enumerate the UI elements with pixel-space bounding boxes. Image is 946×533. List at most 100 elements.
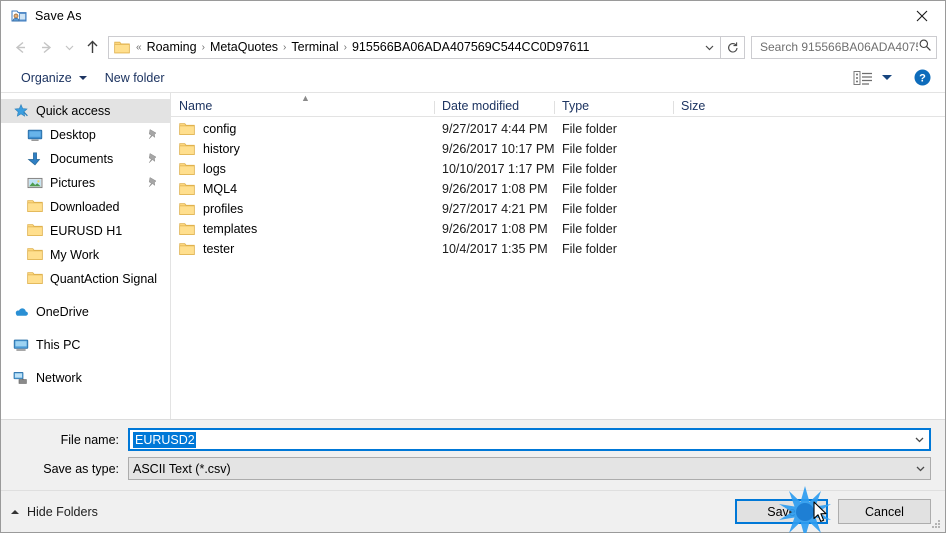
table-row[interactable]: MQL4 9/26/2017 1:08 PM File folder: [171, 179, 945, 199]
column-header-size[interactable]: Size: [673, 99, 753, 116]
file-name-label: File name:: [60, 432, 119, 447]
sidebar-item-label: Pictures: [50, 176, 96, 190]
sidebar-item-my-work[interactable]: My Work: [1, 243, 170, 267]
file-date-cell: 9/26/2017 1:08 PM: [442, 222, 548, 236]
file-name-cell: history: [171, 142, 434, 156]
file-type-cell: File folder: [562, 162, 617, 176]
cancel-button[interactable]: Cancel: [838, 499, 931, 524]
file-name-row: File name: EURUSD2: [1, 428, 945, 451]
file-type-cell: File folder: [562, 242, 617, 256]
navigation-bar: « Roaming › MetaQuotes › Terminal › 9155…: [1, 31, 945, 63]
sidebar-item-quantaction-signal[interactable]: QuantAction Signal: [1, 267, 170, 291]
table-row[interactable]: templates 9/26/2017 1:08 PM File folder: [171, 219, 945, 239]
folder-icon: [179, 242, 195, 256]
sidebar-item-quick-access[interactable]: Quick access: [1, 99, 170, 123]
chevron-down-icon[interactable]: [910, 463, 930, 474]
file-type-cell: File folder: [562, 142, 617, 156]
new-folder-button[interactable]: New folder: [99, 69, 171, 87]
table-row[interactable]: profiles 9/27/2017 4:21 PM File folder: [171, 199, 945, 219]
search-input[interactable]: Search 915566BA06ADA40756...: [751, 35, 937, 59]
sidebar-item-network[interactable]: Network: [1, 366, 170, 390]
chevron-down-icon[interactable]: [59, 34, 79, 60]
sidebar-item-pictures[interactable]: Pictures: [1, 171, 170, 195]
view-layout-icon[interactable]: [853, 70, 873, 86]
chevron-down-icon[interactable]: [909, 434, 929, 445]
breadcrumb-item[interactable]: 915566BA06ADA407569C544CC0D97611: [349, 40, 592, 54]
file-type-cell: File folder: [562, 222, 617, 236]
column-header-name[interactable]: Name: [171, 99, 434, 116]
star-pin-icon: [13, 103, 29, 119]
command-toolbar: Organize New folder ?: [1, 63, 945, 93]
sidebar-item-eurusd-h1[interactable]: EURUSD H1: [1, 219, 170, 243]
dialog-button-bar: Hide Folders Save Cancel: [1, 490, 945, 532]
folder-icon: [179, 122, 195, 136]
sidebar-item-this-pc[interactable]: This PC: [1, 333, 170, 357]
sidebar-item-onedrive[interactable]: OneDrive: [1, 300, 170, 324]
sidebar-item-label: EURUSD H1: [50, 224, 123, 238]
address-bar[interactable]: « Roaming › MetaQuotes › Terminal › 9155…: [108, 35, 745, 59]
table-row[interactable]: history 9/26/2017 10:17 PM File folder: [171, 139, 945, 159]
breadcrumb-item[interactable]: Terminal: [288, 40, 341, 54]
arrow-up-icon[interactable]: [79, 34, 105, 60]
save-as-dialog: Save As « Roaming › MetaQuotes › Termina…: [0, 0, 946, 533]
save-as-type-label: Save as type:: [43, 461, 119, 476]
table-row[interactable]: tester 10/4/2017 1:35 PM File folder: [171, 239, 945, 259]
arrow-left-icon[interactable]: [7, 34, 33, 60]
dialog-body: Quick access Desktop Documents Pictures …: [1, 93, 945, 420]
folder-icon: [27, 271, 43, 287]
refresh-icon[interactable]: [720, 35, 744, 59]
file-type-cell: File folder: [562, 202, 617, 216]
save-as-type-select[interactable]: ASCII Text (*.csv): [128, 457, 931, 480]
file-list-rows: config 9/27/2017 4:44 PM File folder his…: [171, 117, 945, 419]
view-chevron-down-icon[interactable]: [882, 75, 892, 80]
table-row[interactable]: logs 10/10/2017 1:17 PM File folder: [171, 159, 945, 179]
file-name-label: config: [203, 122, 237, 136]
file-date-cell: 9/27/2017 4:21 PM: [442, 202, 548, 216]
close-icon[interactable]: [899, 1, 945, 31]
column-header-type[interactable]: Type: [554, 99, 673, 116]
file-date-cell: 9/26/2017 1:08 PM: [442, 182, 548, 196]
file-name-cell: tester: [171, 242, 434, 256]
file-name-input[interactable]: EURUSD2: [128, 428, 931, 451]
file-list-pane: ▲ Name Date modified Type Size config 9/…: [171, 93, 945, 419]
file-date-cell: 10/10/2017 1:17 PM: [442, 162, 554, 176]
file-date-cell: 9/27/2017 4:44 PM: [442, 122, 548, 136]
file-date-cell: 9/26/2017 10:17 PM: [442, 142, 554, 156]
breadcrumb-separator: ›: [201, 41, 205, 53]
sidebar-item-label: Desktop: [50, 128, 96, 142]
folder-icon: [179, 182, 195, 196]
sidebar-item-documents[interactable]: Documents: [1, 147, 170, 171]
help-question-icon[interactable]: ?: [914, 69, 931, 86]
arrow-right-icon[interactable]: [33, 34, 59, 60]
folder-icon: [179, 202, 195, 216]
breadcrumb-item[interactable]: MetaQuotes: [207, 40, 281, 54]
search-icon[interactable]: [918, 38, 932, 57]
save-as-type-value: ASCII Text (*.csv): [133, 461, 231, 476]
file-list-header: ▲ Name Date modified Type Size: [171, 93, 945, 117]
table-row[interactable]: config 9/27/2017 4:44 PM File folder: [171, 119, 945, 139]
breadcrumb-item[interactable]: Roaming: [144, 40, 200, 54]
pin-icon[interactable]: [147, 128, 158, 141]
pin-icon[interactable]: [147, 176, 158, 189]
hide-folders-button[interactable]: Hide Folders: [11, 505, 98, 519]
address-dropdown-chevron-down-icon[interactable]: [698, 37, 720, 58]
file-name-cell: MQL4: [171, 182, 434, 196]
sidebar-item-desktop[interactable]: Desktop: [1, 123, 170, 147]
window-title: Save As: [35, 9, 82, 23]
save-button[interactable]: Save: [735, 499, 828, 524]
resize-grip-icon[interactable]: [930, 517, 942, 529]
breadcrumb-overflow[interactable]: «: [134, 42, 144, 53]
file-date-cell: 10/4/2017 1:35 PM: [442, 242, 548, 256]
sidebar-item-label: Quick access: [36, 104, 111, 118]
file-name-label: logs: [203, 162, 226, 176]
toolbar-right-group: ?: [853, 69, 945, 86]
sidebar-item-downloaded[interactable]: Downloaded: [1, 195, 170, 219]
organize-button[interactable]: Organize: [15, 69, 93, 87]
breadcrumb-separator: ›: [283, 41, 287, 53]
file-name-label: MQL4: [203, 182, 238, 196]
file-name-cell: config: [171, 122, 434, 136]
network-icon: [13, 370, 29, 386]
pin-icon[interactable]: [147, 152, 158, 165]
column-header-date-modified[interactable]: Date modified: [434, 99, 554, 116]
